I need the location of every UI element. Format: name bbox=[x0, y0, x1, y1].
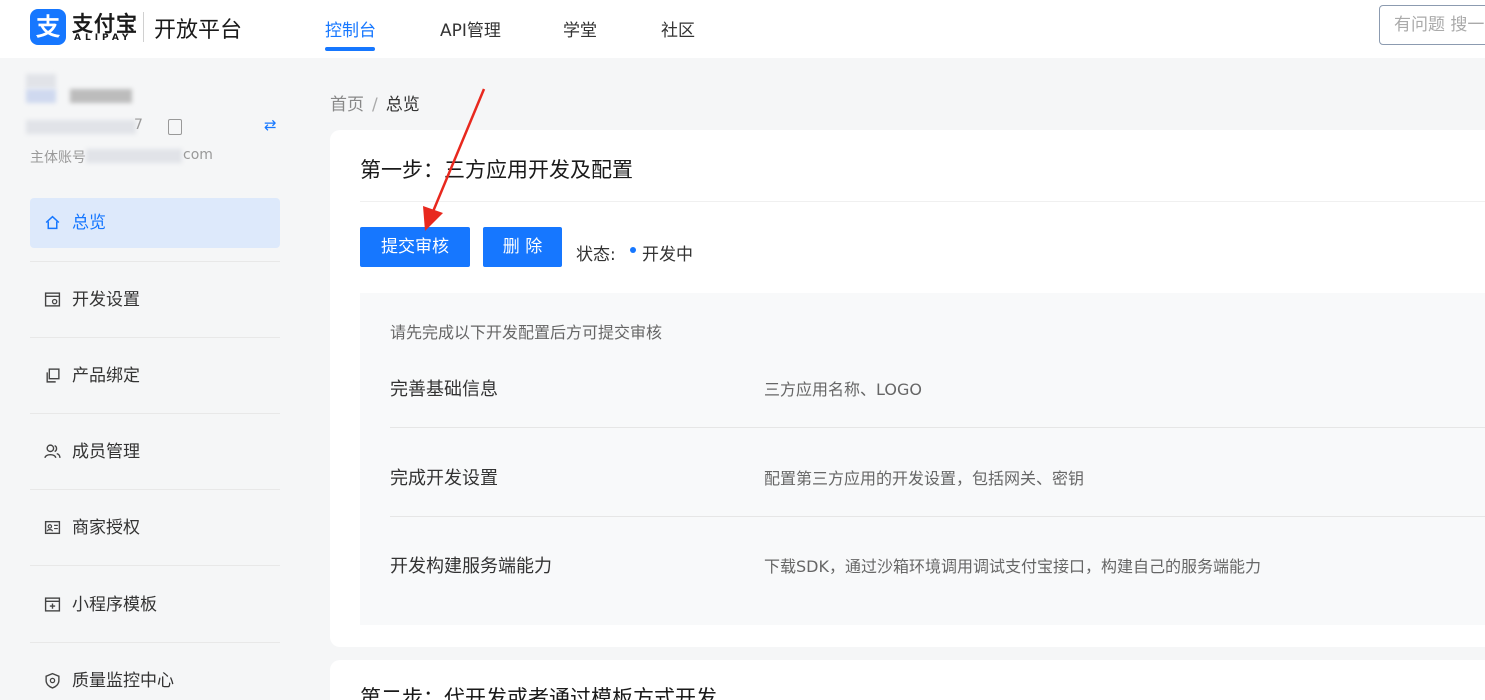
platform-name[interactable]: 开放平台 bbox=[154, 12, 242, 44]
account-name-blurred bbox=[70, 89, 132, 103]
breadcrumb-home[interactable]: 首页 bbox=[330, 95, 364, 115]
quality-monitor-icon bbox=[45, 672, 60, 689]
members-icon bbox=[44, 444, 61, 459]
account-id-suffix: 7 bbox=[134, 117, 143, 133]
alipay-logo-icon[interactable]: 支 bbox=[30, 9, 66, 45]
delete-button[interactable]: 删 除 bbox=[483, 227, 562, 267]
sidebar-item-label: 总览 bbox=[72, 213, 106, 233]
checklist-item-title: 完善基础信息 bbox=[390, 379, 498, 400]
sidebar-item-label: 产品绑定 bbox=[72, 366, 140, 386]
home-icon bbox=[45, 215, 60, 230]
step1-card: 第一步：三方应用开发及配置 提交审核 删 除 状态: 开发中 请先完成以下开发配… bbox=[330, 130, 1485, 647]
breadcrumb-current: 总览 bbox=[385, 95, 420, 115]
checklist-item-desc: 三方应用名称、LOGO bbox=[764, 380, 922, 399]
step2-title: 第二步：代开发或者通过模板方式开发 bbox=[360, 686, 717, 700]
product-bind-icon bbox=[46, 368, 60, 383]
breadcrumb: 首页 / 总览 bbox=[330, 90, 420, 115]
checklist-hint: 请先完成以下开发配置后方可提交审核 bbox=[390, 323, 663, 342]
account-email-blurred bbox=[86, 149, 182, 163]
sidebar-item-label: 开发设置 bbox=[72, 290, 140, 310]
sidebar-item-product-binding[interactable]: 产品绑定 bbox=[30, 351, 280, 401]
sidebar-item-quality-monitor[interactable]: 质量监控中心 bbox=[30, 656, 280, 700]
logo-divider bbox=[143, 12, 144, 42]
sidebar-item-label: 成员管理 bbox=[72, 442, 140, 462]
merchant-auth-icon bbox=[44, 520, 61, 535]
nav-console[interactable]: 控制台 bbox=[325, 16, 376, 41]
dev-settings-icon bbox=[44, 292, 61, 307]
search-input[interactable]: 有问题 搜一 bbox=[1379, 5, 1485, 45]
sidebar-item-members[interactable]: 成员管理 bbox=[30, 427, 280, 477]
checklist-item-desc: 下载SDK，通过沙箱环境调用调试支付宝接口，构建自己的服务端能力 bbox=[764, 557, 1261, 576]
status-dot-icon bbox=[630, 247, 636, 253]
status-label: 状态: bbox=[576, 245, 616, 265]
status-value: 开发中 bbox=[642, 245, 693, 265]
sidebar-item-label: 商家授权 bbox=[72, 518, 140, 538]
sidebar-item-dev-settings[interactable]: 开发设置 bbox=[30, 275, 280, 325]
step1-divider bbox=[360, 201, 1485, 202]
account-email-suffix: com bbox=[183, 147, 213, 163]
step2-card: 第二步：代开发或者通过模板方式开发 bbox=[330, 660, 1485, 700]
account-id-blurred bbox=[26, 120, 136, 134]
top-bar: 支 支付宝 ALIPAY 开放平台 控制台 API管理 学堂 社区 有问题 搜一 bbox=[0, 0, 1485, 58]
logo-subtitle: ALIPAY bbox=[74, 33, 133, 43]
nav-academy[interactable]: 学堂 bbox=[563, 16, 597, 41]
step1-title: 第一步：三方应用开发及配置 bbox=[360, 158, 633, 182]
checklist-item-title: 开发构建服务端能力 bbox=[390, 556, 552, 577]
sidebar-item-mini-program-template[interactable]: 小程序模板 bbox=[30, 580, 280, 630]
nav-active-indicator bbox=[325, 47, 375, 51]
copy-icon[interactable] bbox=[168, 119, 182, 135]
sidebar-item-label: 小程序模板 bbox=[72, 595, 157, 615]
template-icon bbox=[44, 597, 61, 612]
sidebar: 7 ⇄ 主体账号 com 总览 开发设置 产品绑定 成员管理 商家授权 小程序模… bbox=[0, 58, 300, 700]
nav-api-management[interactable]: API管理 bbox=[440, 16, 501, 41]
submit-review-button[interactable]: 提交审核 bbox=[360, 227, 470, 267]
checklist-item-title: 完成开发设置 bbox=[390, 468, 498, 489]
sidebar-item-overview[interactable]: 总览 bbox=[30, 198, 280, 248]
account-avatar-blurred bbox=[26, 74, 56, 88]
sidebar-item-label: 质量监控中心 bbox=[72, 671, 174, 691]
switch-account-icon[interactable]: ⇄ bbox=[264, 116, 277, 134]
sidebar-item-merchant-auth[interactable]: 商家授权 bbox=[30, 503, 280, 553]
breadcrumb-separator: / bbox=[372, 95, 378, 115]
nav-community[interactable]: 社区 bbox=[661, 16, 695, 41]
account-label: 主体账号 bbox=[30, 150, 86, 166]
config-checklist-panel: 请先完成以下开发配置后方可提交审核 完善基础信息 三方应用名称、LOGO 完成开… bbox=[360, 293, 1485, 625]
checklist-item-desc: 配置第三方应用的开发设置，包括网关、密钥 bbox=[764, 469, 1085, 488]
